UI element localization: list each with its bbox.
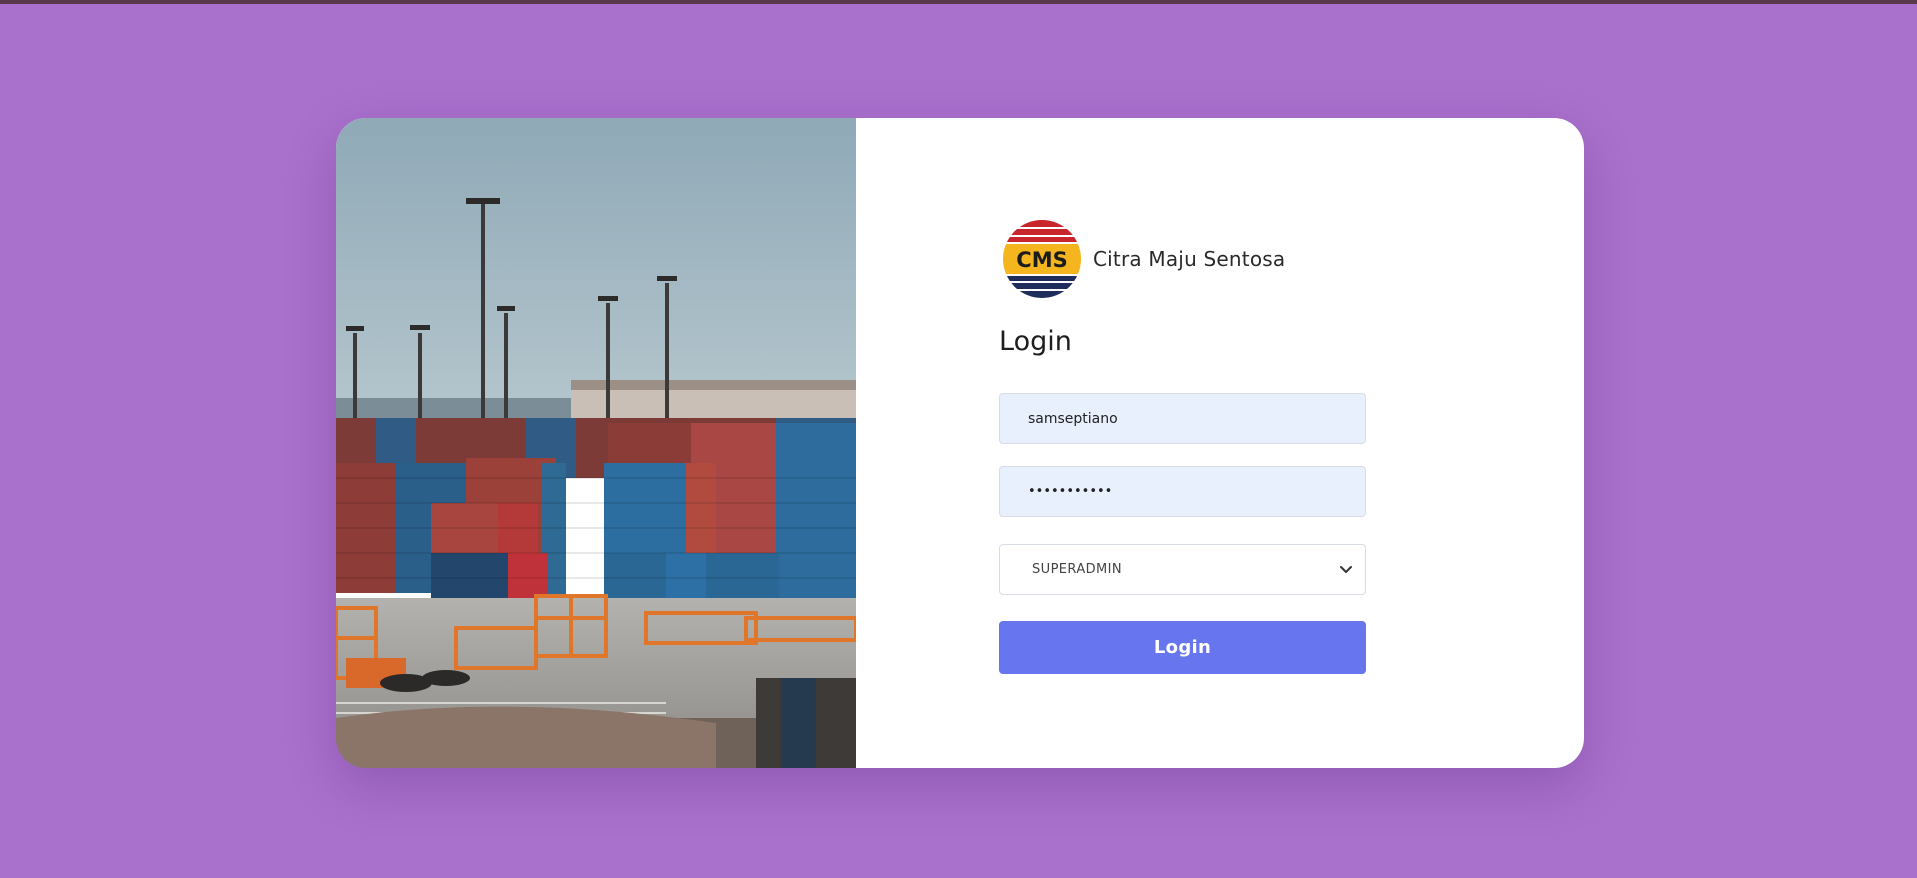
company-logo: CMS	[1003, 220, 1081, 298]
top-border	[0, 0, 1917, 4]
username-input[interactable]	[999, 393, 1366, 444]
role-select-value: SUPERADMIN	[1032, 562, 1123, 577]
svg-text:CMS: CMS	[1016, 248, 1067, 272]
password-input[interactable]	[999, 466, 1366, 517]
role-select[interactable]: SUPERADMIN	[999, 544, 1366, 595]
page-title: Login	[999, 326, 1072, 357]
company-name: Citra Maju Sentosa	[1093, 247, 1286, 271]
brand: CMS Citra Maju Sentosa	[1003, 219, 1285, 299]
login-button[interactable]: Login	[999, 621, 1366, 674]
port-containers-image	[336, 118, 856, 768]
login-form-panel: CMS Citra Maju Sentosa Login SUPERADMIN …	[923, 118, 1584, 768]
chevron-down-icon	[1340, 566, 1352, 573]
login-card: CMS Citra Maju Sentosa Login SUPERADMIN …	[336, 118, 1584, 768]
